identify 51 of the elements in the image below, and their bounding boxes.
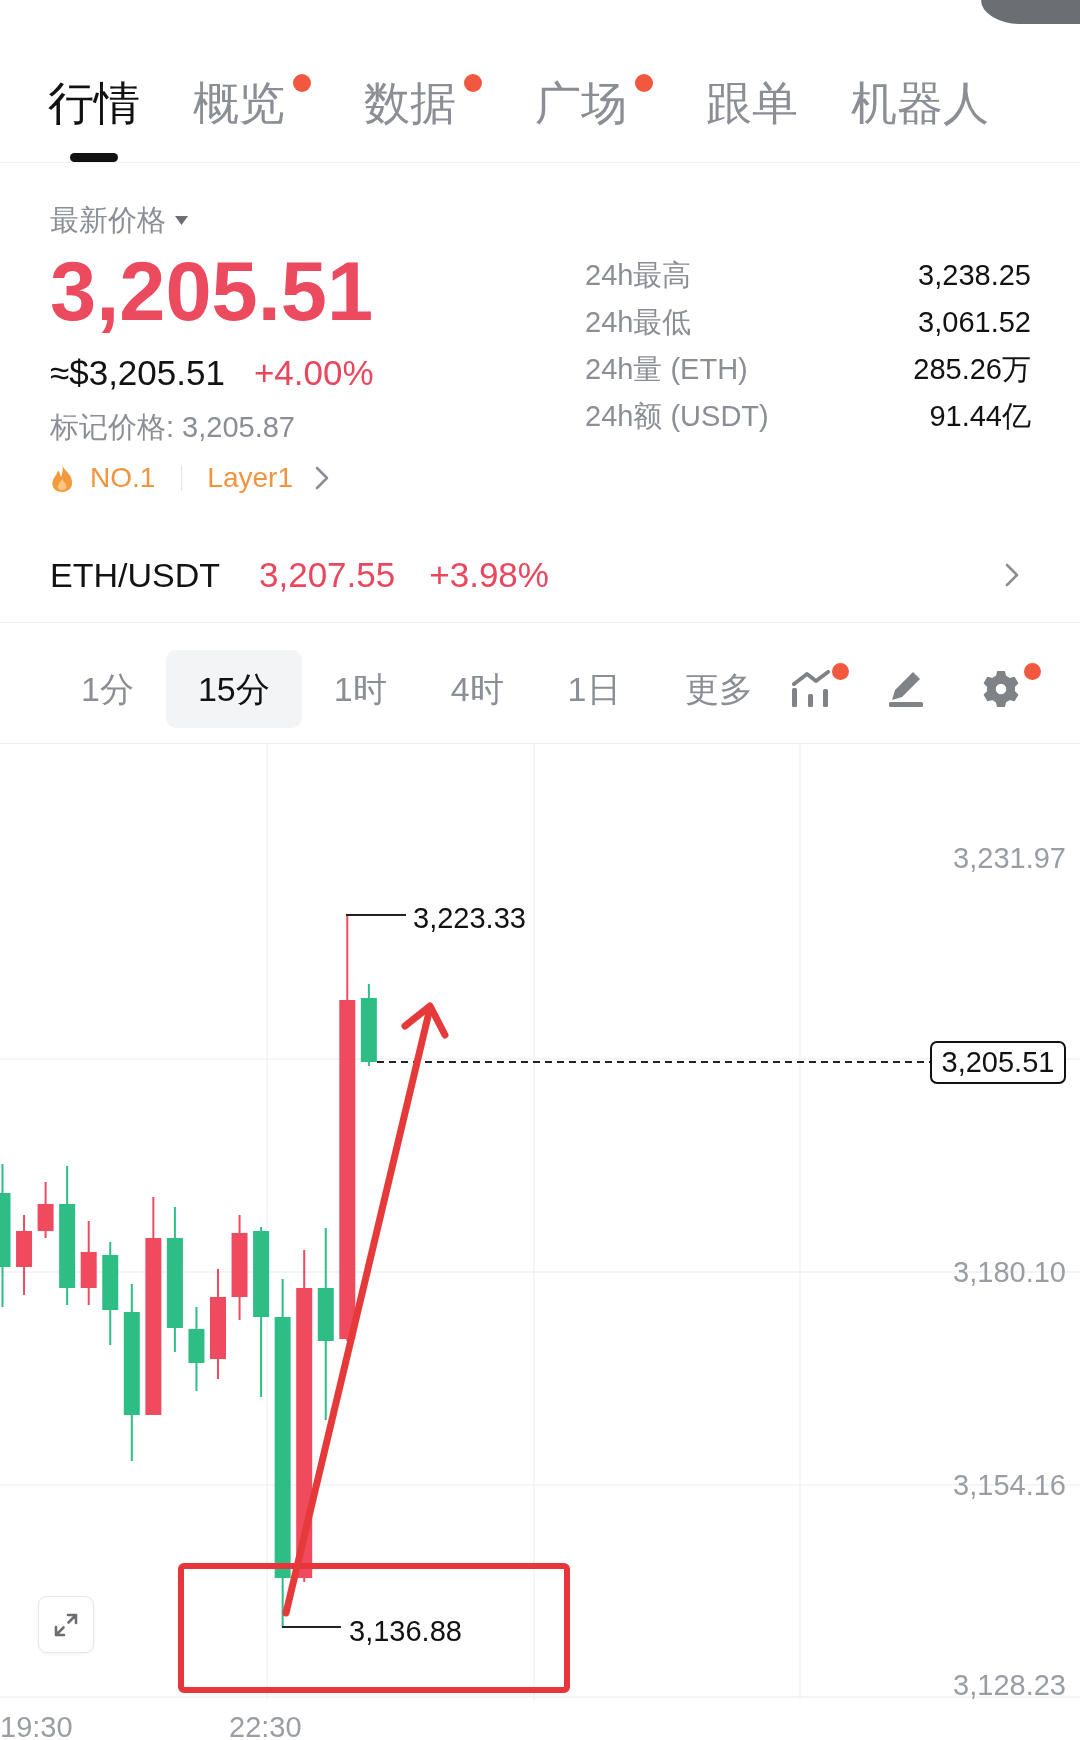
stat-label: 24h最低 [585,305,692,340]
stat-value: 285.26万 [913,352,1031,387]
chevron-right-icon [315,466,329,490]
candle [37,1181,54,1239]
interval-tab[interactable]: 15分 [165,650,302,728]
interval-tab[interactable]: 1时 [301,650,419,728]
nav-tab[interactable]: 跟单 [706,75,798,162]
stat-value: 3,061.52 [918,305,1031,340]
sector-link[interactable]: Layer1 [207,460,329,496]
stat-value: 3,238.25 [918,258,1031,293]
chevron-right-icon[interactable] [1005,563,1019,587]
stat-label: 24h量 (ETH) [585,352,748,387]
nav-tab[interactable]: 行情 [48,75,140,162]
nav-tab[interactable]: 数据 [364,75,482,162]
price-axis-label: 3,154.16 [953,1470,1066,1500]
low-price-label: 3,136.88 [349,1616,462,1646]
mark-price: 标记价格: 3,205.87 [50,410,295,445]
price-axis-label: 3,180.10 [953,1257,1066,1287]
expand-icon [53,1611,79,1638]
time-axis-label: 19:30 [0,1712,73,1740]
usd-price: ≈$3,205.51 [50,352,225,394]
interval-tab[interactable]: 更多 [652,650,785,728]
rank-tag[interactable]: NO.1 [50,460,156,496]
nav-tab[interactable]: 广场 [535,75,653,162]
pair-name[interactable]: ETH/USDT [50,557,220,593]
pair-price: 3,207.55 [259,557,396,593]
stat-label: 24h额 (USDT) [585,399,769,434]
time-axis-label: 22:30 [229,1712,302,1740]
price-type-selector[interactable]: 最新价格 [50,202,188,238]
price-change: +4.00% [253,352,374,394]
last-price-tag: 3,205.51 [930,1041,1066,1084]
interval-tab[interactable]: 1分 [49,650,166,728]
pencil-icon [886,670,924,708]
leader-line [281,1626,342,1628]
leader-line [345,914,407,916]
nav-tab[interactable]: 概览 [193,75,311,162]
high-price-label: 3,223.33 [413,903,526,933]
interval-tab[interactable]: 4时 [418,650,536,728]
stat-label: 24h最高 [585,258,692,293]
interval-tab[interactable]: 1日 [535,650,653,728]
stat-value: 91.44亿 [929,399,1031,434]
settings-icon [982,670,1019,708]
price-axis-label: 3,128.23 [953,1670,1066,1700]
flame-icon [50,463,74,493]
chart-icon [790,670,831,708]
price-axis-label: 3,231.97 [953,843,1066,873]
caret-down-icon [175,215,188,225]
pair-change: +3.98% [429,557,549,593]
fullscreen-button[interactable] [38,1596,94,1653]
nav-tab[interactable]: 机器人 [851,75,989,162]
last-price: 3,205.51 [50,250,374,333]
